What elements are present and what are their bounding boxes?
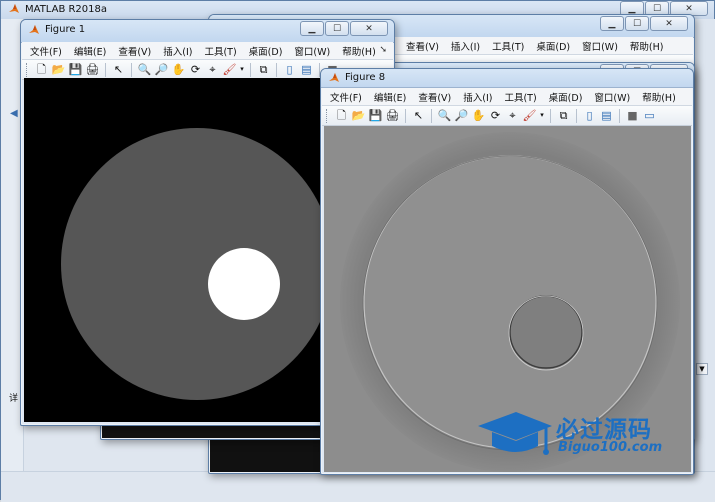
save-icon[interactable]: 💾 (68, 62, 83, 77)
maximize-button[interactable]: ☐ (325, 21, 349, 36)
open-icon[interactable]: 📂 (351, 108, 366, 123)
menu-item[interactable]: 帮助(H) (624, 39, 670, 53)
menu-file[interactable]: 文件(F) (22, 44, 68, 58)
rotate-icon[interactable]: ⟳ (488, 108, 503, 123)
left-panel-label: 详 (9, 394, 19, 404)
zoom-out-icon[interactable]: 🔎 (454, 108, 469, 123)
link-icon[interactable]: ⧉ (256, 62, 271, 77)
toolbar-grip (326, 108, 330, 123)
new-icon[interactable]: 🗋 (334, 108, 349, 123)
scroll-down-icon[interactable]: ▼ (696, 363, 708, 375)
menu-help[interactable]: 帮助(H) (636, 90, 682, 104)
menu-item[interactable]: 查看(V) (398, 39, 445, 53)
close-button[interactable]: ✕ (650, 16, 688, 31)
brush-dropdown-icon[interactable]: ▾ (539, 108, 545, 123)
maximize-button[interactable]: ☐ (625, 16, 649, 31)
save-icon[interactable]: 💾 (368, 108, 383, 123)
pan-icon[interactable]: ✋ (471, 108, 486, 123)
brush-icon[interactable]: 🖌 (522, 108, 537, 123)
show-plottools-icon[interactable]: ▭ (642, 108, 657, 123)
main-window-title: MATLAB R2018a (25, 4, 108, 15)
open-icon[interactable]: 📂 (51, 62, 66, 77)
brush-dropdown-icon[interactable]: ▾ (239, 62, 245, 77)
large-gray-disk (61, 128, 333, 400)
toolbar-separator (250, 62, 251, 77)
figure8-toolbar: 🗋 📂 💾 🖨 ↖ 🔍 🔎 ✋ ⟳ ⌖ 🖌 ▾ ⧉ ▯ ▤ ■ ▭ (322, 106, 692, 126)
menu-insert[interactable]: 插入(I) (157, 44, 198, 58)
link-icon[interactable]: ⧉ (556, 108, 571, 123)
figure8-title: Figure 8 (345, 72, 386, 83)
legend-icon[interactable]: ▤ (599, 108, 614, 123)
matlab-logo-icon (9, 4, 19, 13)
figure1-title: Figure 1 (45, 24, 86, 35)
pan-icon[interactable]: ✋ (171, 62, 186, 77)
close-button[interactable]: ✕ (350, 21, 388, 36)
zoom-out-icon[interactable]: 🔎 (154, 62, 169, 77)
nav-back-icon[interactable]: ◀ (10, 108, 20, 119)
graduation-cap-icon (478, 412, 552, 455)
main-bottom-strip (1, 471, 715, 502)
small-white-disk (208, 248, 280, 320)
pointer-icon[interactable]: ↖ (411, 108, 426, 123)
print-icon[interactable]: 🖨 (85, 62, 100, 77)
behind-window-controls: ▁ ☐ ✕ (600, 16, 688, 31)
menu-desktop[interactable]: 桌面(D) (543, 90, 589, 104)
menu-window[interactable]: 窗口(W) (288, 44, 336, 58)
figure8-titlebar: Figure 8 (321, 69, 693, 88)
hide-plottools-icon[interactable]: ■ (625, 108, 640, 123)
figure1-titlebar: Figure 1 ▁ ☐ ✕ (21, 20, 394, 43)
pointer-icon[interactable]: ↖ (111, 62, 126, 77)
menu-file[interactable]: 文件(F) (322, 90, 368, 104)
menu-tools[interactable]: 工具(T) (498, 90, 542, 104)
watermark-url: Biguo100.com (558, 440, 663, 455)
colorbar-icon[interactable]: ▯ (282, 62, 297, 77)
menu-item[interactable]: 工具(T) (486, 39, 530, 53)
minimize-button[interactable]: ▁ (300, 21, 324, 36)
menu-desktop[interactable]: 桌面(D) (243, 44, 289, 58)
large-disk-edge (363, 155, 657, 449)
menu-item[interactable]: 窗口(W) (576, 39, 624, 53)
menu-help[interactable]: 帮助(H) (336, 44, 382, 58)
toolbar-grip (26, 62, 30, 77)
print-icon[interactable]: 🖨 (385, 108, 400, 123)
menu-item[interactable]: 插入(I) (445, 39, 486, 53)
toolbar-separator (619, 108, 620, 123)
figure1-window-controls: ▁ ☐ ✕ (300, 21, 388, 36)
colorbar-icon[interactable]: ▯ (582, 108, 597, 123)
main-right-strip (694, 19, 715, 501)
menu-edit[interactable]: 编辑(E) (368, 90, 412, 104)
minimize-button[interactable]: ▁ (600, 16, 624, 31)
toolbar-separator (276, 62, 277, 77)
small-disk-edge (509, 295, 583, 369)
datacursor-icon[interactable]: ⌖ (505, 108, 520, 123)
menu-insert[interactable]: 插入(I) (457, 90, 498, 104)
toolbar-separator (550, 108, 551, 123)
toolbar-separator (131, 62, 132, 77)
zoom-in-icon[interactable]: 🔍 (437, 108, 452, 123)
new-icon[interactable]: 🗋 (34, 62, 49, 77)
figure1-menubar: 文件(F) 编辑(E) 查看(V) 插入(I) 工具(T) 桌面(D) 窗口(W… (22, 42, 393, 60)
figure8-menubar: 文件(F) 编辑(E) 查看(V) 插入(I) 工具(T) 桌面(D) 窗口(W… (322, 88, 692, 106)
watermark: 必过源码 Biguo100.com (476, 410, 686, 466)
toolbar-separator (105, 62, 106, 77)
toolbar-separator (431, 108, 432, 123)
matlab-logo-icon (329, 73, 339, 82)
datacursor-icon[interactable]: ⌖ (205, 62, 220, 77)
menu-overflow-icon[interactable]: ➘ (379, 45, 387, 55)
toolbar-separator (405, 108, 406, 123)
brush-icon[interactable]: 🖌 (222, 62, 237, 77)
toolbar-separator (576, 108, 577, 123)
matlab-logo-icon (29, 25, 39, 34)
menu-edit[interactable]: 编辑(E) (68, 44, 112, 58)
watermark-chinese: 必过源码 (556, 417, 652, 443)
menu-tools[interactable]: 工具(T) (198, 44, 242, 58)
menu-view[interactable]: 查看(V) (412, 90, 457, 104)
zoom-in-icon[interactable]: 🔍 (137, 62, 152, 77)
menu-window[interactable]: 窗口(W) (588, 90, 636, 104)
legend-icon[interactable]: ▤ (299, 62, 314, 77)
menu-item[interactable]: 桌面(D) (530, 39, 576, 53)
rotate-icon[interactable]: ⟳ (188, 62, 203, 77)
menu-view[interactable]: 查看(V) (112, 44, 157, 58)
